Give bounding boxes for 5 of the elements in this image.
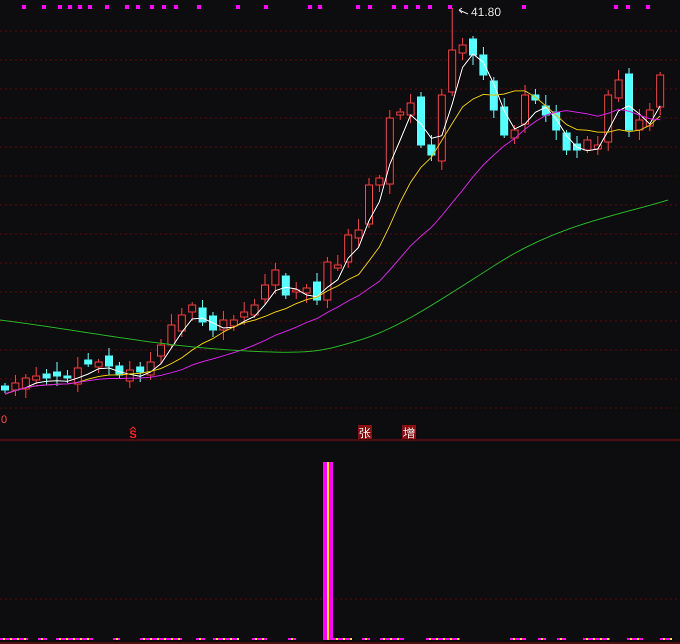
- high-price-label: 41.80: [471, 5, 502, 19]
- axis-label: 0: [1, 414, 8, 426]
- signal-tag: 增: [402, 425, 416, 440]
- leader-line: [458, 8, 468, 14]
- signal-tag: 张: [358, 425, 372, 440]
